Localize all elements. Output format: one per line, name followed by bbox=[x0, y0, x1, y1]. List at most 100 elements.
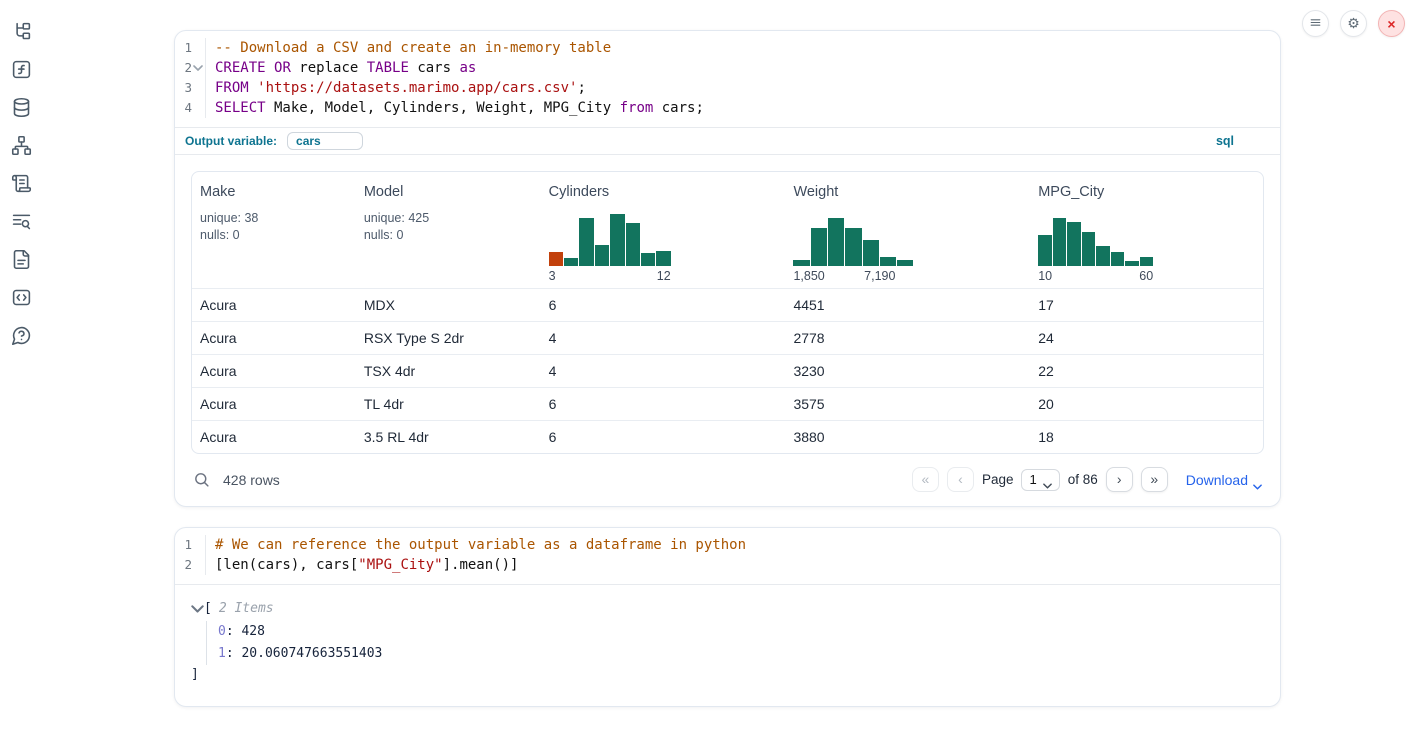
line-gutter: 2 bbox=[175, 555, 206, 575]
sidebar-item-document[interactable] bbox=[11, 248, 33, 270]
prev-page-button[interactable]: ‹ bbox=[947, 467, 974, 492]
histogram-bar[interactable] bbox=[1053, 218, 1067, 266]
next-page-button[interactable]: › bbox=[1106, 467, 1133, 492]
document-icon bbox=[11, 249, 33, 270]
table-cell: 3880 bbox=[785, 429, 1030, 445]
column-name: Model bbox=[364, 184, 533, 200]
sidebar-item-scroll[interactable] bbox=[11, 172, 33, 194]
page-select[interactable]: 1 bbox=[1021, 469, 1059, 491]
output-variable-row: Output variable: cars sql bbox=[175, 127, 1280, 154]
line-number: 4 bbox=[184, 98, 192, 118]
histogram-bar[interactable] bbox=[845, 228, 861, 266]
table-cell: RSX Type S 2dr bbox=[356, 330, 541, 346]
table-cell: 6 bbox=[541, 297, 786, 313]
histogram-bar[interactable] bbox=[811, 228, 827, 266]
sidebar-item-help[interactable] bbox=[11, 324, 33, 346]
column-stat: nulls: 0 bbox=[200, 227, 348, 244]
histogram-bar[interactable] bbox=[1038, 235, 1052, 266]
table-row[interactable]: AcuraMDX6445117 bbox=[192, 288, 1263, 321]
histogram-bar[interactable] bbox=[1125, 261, 1139, 266]
network-icon bbox=[11, 135, 33, 156]
settings-button[interactable]: ⚙ bbox=[1340, 10, 1367, 37]
close-button[interactable]: × bbox=[1378, 10, 1405, 37]
close-icon: × bbox=[1387, 16, 1395, 32]
table-cell: 18 bbox=[1030, 429, 1263, 445]
histogram-bar[interactable] bbox=[626, 223, 640, 266]
histogram-bar[interactable] bbox=[579, 218, 593, 266]
histogram-bar[interactable] bbox=[897, 260, 913, 266]
table-body: AcuraMDX6445117AcuraRSX Type S 2dr427782… bbox=[192, 288, 1263, 453]
page-select-value: 1 bbox=[1029, 472, 1036, 487]
table-cell: TSX 4dr bbox=[356, 363, 541, 379]
sidebar-item-search[interactable] bbox=[11, 210, 33, 232]
code-text: -- Download a CSV and create an in-memor… bbox=[206, 38, 611, 58]
histogram-bar[interactable] bbox=[595, 245, 609, 266]
output-variable-input[interactable]: cars bbox=[287, 132, 363, 150]
sql-code-editor[interactable]: 1 -- Download a CSV and create an in-memo… bbox=[175, 31, 1280, 127]
menu-button[interactable] bbox=[1302, 10, 1329, 37]
column-stat: unique: 38 bbox=[200, 210, 348, 227]
line-number: 1 bbox=[184, 38, 192, 58]
table-row[interactable]: AcuraRSX Type S 2dr4277824 bbox=[192, 321, 1263, 354]
histogram-bar[interactable] bbox=[828, 218, 844, 266]
fold-spacer bbox=[193, 560, 203, 570]
item-colon: : bbox=[226, 624, 242, 639]
histogram-bar[interactable] bbox=[564, 258, 578, 266]
histogram-bars bbox=[793, 214, 913, 266]
page-total-label: of 86 bbox=[1068, 472, 1098, 487]
items-count: 2 Items bbox=[219, 599, 274, 619]
histogram-bar[interactable] bbox=[1082, 232, 1096, 266]
sidebar-item-network[interactable] bbox=[11, 134, 33, 156]
histogram-bar[interactable] bbox=[1067, 222, 1081, 266]
python-cell-output: [ 2 Items 0: 4281: 20.060747663551403 ] bbox=[175, 584, 1280, 706]
sidebar-item-snippets[interactable] bbox=[11, 286, 33, 308]
histogram-bar[interactable] bbox=[1140, 257, 1154, 266]
histogram-bar[interactable] bbox=[793, 260, 809, 266]
histogram-bar[interactable] bbox=[610, 214, 624, 266]
table-row[interactable]: AcuraTL 4dr6357520 bbox=[192, 387, 1263, 420]
chevron-down-icon bbox=[1043, 477, 1052, 483]
histogram-bar[interactable] bbox=[880, 257, 896, 266]
item-index: 0 bbox=[218, 624, 226, 639]
sidebar-item-function[interactable] bbox=[11, 58, 33, 80]
column-name: Make bbox=[200, 184, 348, 200]
histogram-bar[interactable] bbox=[1111, 252, 1125, 266]
table-row[interactable]: AcuraTSX 4dr4323022 bbox=[192, 354, 1263, 387]
histogram-bars bbox=[549, 214, 671, 266]
histogram-MPG_City: 1060 bbox=[1038, 214, 1153, 283]
fold-toggle-icon[interactable] bbox=[193, 63, 203, 73]
function-icon bbox=[11, 59, 33, 80]
axis-min-label: 1,850 bbox=[793, 269, 824, 283]
column-header-Cylinders[interactable]: Cylinders312 bbox=[541, 172, 786, 288]
column-header-Model[interactable]: Modelunique: 425nulls: 0 bbox=[356, 172, 541, 288]
code-line: 1# We can reference the output variable … bbox=[175, 535, 1280, 555]
histogram-bar[interactable] bbox=[1096, 246, 1110, 266]
collapse-toggle-icon[interactable] bbox=[191, 605, 204, 613]
code-line: 1 -- Download a CSV and create an in-memo… bbox=[175, 38, 1280, 58]
line-gutter: 1 bbox=[175, 535, 206, 555]
first-page-button[interactable]: « bbox=[912, 467, 939, 492]
table-cell: Acura bbox=[192, 363, 356, 379]
list-item: 0: 428 bbox=[218, 621, 1264, 643]
download-label: Download bbox=[1186, 472, 1248, 488]
code-line: 2[len(cars), cars["MPG_City"].mean()] bbox=[175, 555, 1280, 575]
column-header-MPG_City[interactable]: MPG_City1060 bbox=[1030, 172, 1263, 288]
table-cell: 17 bbox=[1030, 297, 1263, 313]
histogram-bar[interactable] bbox=[656, 251, 670, 266]
histogram-bar[interactable] bbox=[863, 240, 879, 266]
item-index: 1 bbox=[218, 646, 226, 661]
histogram-Cylinders: 312 bbox=[549, 214, 671, 283]
table-row[interactable]: Acura3.5 RL 4dr6388018 bbox=[192, 420, 1263, 453]
sidebar-item-database[interactable] bbox=[11, 96, 33, 118]
search-icon[interactable] bbox=[193, 471, 210, 488]
column-header-Weight[interactable]: Weight1,8507,190 bbox=[785, 172, 1030, 288]
pagination: « ‹ Page 1 of 86 › » bbox=[912, 467, 1168, 492]
last-page-button[interactable]: » bbox=[1141, 467, 1168, 492]
column-header-Make[interactable]: Make unique: 38nulls: 0 bbox=[192, 172, 356, 288]
histogram-bar[interactable] bbox=[549, 252, 563, 266]
sidebar-item-file-tree[interactable] bbox=[11, 20, 33, 42]
histogram-bar[interactable] bbox=[641, 253, 655, 266]
page-label: Page bbox=[982, 472, 1014, 487]
download-button[interactable]: Download bbox=[1186, 472, 1262, 488]
python-code-editor[interactable]: 1# We can reference the output variable … bbox=[175, 528, 1280, 584]
